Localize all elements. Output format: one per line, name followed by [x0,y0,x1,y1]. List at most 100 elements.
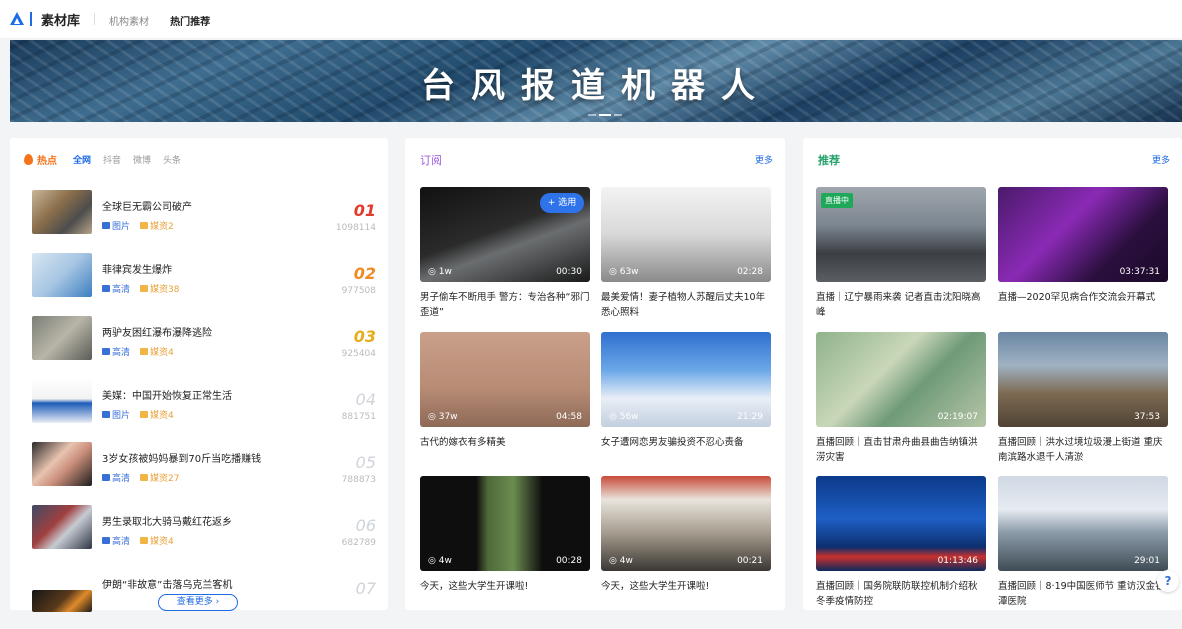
video-caption[interactable]: 直播回顾｜8·19中国医师节 重访汉金银潭医院 [998,579,1168,609]
video-card[interactable]: ◎ 4w 00:21 今天，这些大学生开课啦! [601,476,771,594]
video-caption[interactable]: 今天，这些大学生开课啦! [601,579,771,594]
view-count-value: 4w [438,556,452,566]
hot-item[interactable]: 全球巨无霸公司破产 图片 媒资2 01 1098114 [32,188,380,251]
tag-label: 图片 [112,222,131,232]
hot-item[interactable]: 3岁女孩被妈妈暴到70斤当吃播赚钱 高清 媒资27 05 788873 [32,440,380,503]
video-thumbnail[interactable]: 02:19:07 [816,332,986,427]
subscribe-more-link[interactable]: 更多 [755,153,773,166]
video-thumbnail[interactable]: 37:53 [998,332,1168,427]
video-caption[interactable]: 今天，这些大学生开课啦! [420,579,590,594]
video-thumbnail[interactable]: ◎ 37w 04:58 [420,332,590,427]
tag-hd[interactable]: 高清 [102,345,130,358]
video-card[interactable]: 29:01 直播回顾｜8·19中国医师节 重访汉金银潭医院 [998,476,1168,609]
tag-media[interactable]: 媒资4 [140,408,174,421]
tag-label: 媒资2 [150,222,174,232]
video-card[interactable]: ◎ 63w 02:28 最美爱情！妻子植物人苏醒后丈夫10年悉心照料 [601,187,771,320]
tab-all-web[interactable]: 全网 [73,153,91,166]
nav-item-hot-recommend[interactable]: 热门推荐 [170,17,210,28]
video-caption[interactable]: 直播—2020罕见病合作交流会开幕式 [998,290,1168,305]
video-thumbnail[interactable]: ◎ 56w 21:29 [601,332,771,427]
video-thumbnail[interactable]: 01:13:46 [816,476,986,571]
hot-item-title[interactable]: 菲律宾发生爆炸 [102,261,172,276]
view-count: 682789 [341,538,376,548]
video-card[interactable]: ◎ 56w 21:29 女子遭网恋男友骗投资不忍心责备 [601,332,771,450]
recommend-more-link[interactable]: 更多 [1152,153,1170,166]
hot-item-title[interactable]: 伊朗“非故意”击落乌克兰客机 [102,576,232,591]
hot-item-thumbnail[interactable] [32,505,92,549]
logo[interactable]: 素材库 [10,10,80,29]
video-caption[interactable]: 女子遭网恋男友骗投资不忍心责备 [601,435,771,450]
video-card[interactable]: 03:37:31 直播—2020罕见病合作交流会开幕式 [998,187,1168,305]
view-count: ◎ 4w [609,556,633,566]
tag-hd[interactable]: 高清 [102,534,130,547]
hot-item-thumbnail[interactable] [32,442,92,486]
hot-item[interactable]: 美媒：中国开始恢复正常生活 图片 媒资4 04 881751 [32,377,380,440]
nav-divider [94,13,96,25]
tag-image[interactable]: 图片 [102,219,130,232]
video-caption[interactable]: 直播回顾｜洪水过境垃圾漫上街道 重庆南滨路水退千人清淤 [998,435,1168,465]
tag-media[interactable]: 媒资2 [140,219,174,232]
video-card[interactable]: 01:13:46 直播回顾｜国务院联防联控机制介绍秋冬季疫情防控 [816,476,986,609]
tag-media[interactable]: 媒资4 [140,534,174,547]
video-thumbnail[interactable]: ◎ 4w 00:28 [420,476,590,571]
video-card[interactable]: ◎ 4w 00:28 今天，这些大学生开课啦! [420,476,590,594]
hot-item-title[interactable]: 男生录取北大骑马戴红花返乡 [102,513,232,528]
hot-item-thumbnail[interactable] [32,253,92,297]
video-caption[interactable]: 男子偷车不断甩手 警方：专治各种“邪门歪道” [420,290,590,320]
hot-item[interactable]: 菲律宾发生爆炸 高清 媒资38 02 977508 [32,251,380,314]
hot-item-thumbnail[interactable] [32,190,92,234]
flame-icon [24,154,33,165]
video-thumbnail[interactable]: 直播中 [816,187,986,282]
tab-douyin[interactable]: 抖音 [103,153,121,166]
video-card[interactable]: ◎ 37w 04:58 古代的嫁衣有多精美 [420,332,590,450]
video-card[interactable]: + 选用 ◎ 1w 00:30 男子偷车不断甩手 警方：专治各种“邪门歪道” [420,187,590,320]
view-more-button[interactable]: 查看更多 › [158,594,238,611]
video-thumbnail[interactable]: ◎ 63w 02:28 [601,187,771,282]
view-count: 881751 [341,412,376,422]
video-thumbnail[interactable]: 03:37:31 [998,187,1168,282]
hot-item-thumbnail[interactable] [32,379,92,423]
use-button[interactable]: + 选用 [540,193,584,213]
video-thumbnail[interactable]: 29:01 [998,476,1168,571]
tag-label: 媒资4 [150,537,174,547]
hot-item[interactable]: 男生录取北大骑马戴红花返乡 高清 媒资4 06 682789 [32,503,380,566]
carousel-dot[interactable] [588,114,596,116]
tag-media[interactable]: 媒资38 [140,282,179,295]
top-nav: 机构素材 热门推荐 [109,10,226,29]
folder-icon [140,348,149,355]
video-card[interactable]: 02:19:07 直播回顾｜直击甘肃舟曲县曲告纳镇洪涝灾害 [816,332,986,465]
help-button[interactable]: ? [1157,570,1179,592]
hot-item-thumbnail[interactable] [32,590,92,612]
video-caption[interactable]: 古代的嫁衣有多精美 [420,435,590,450]
video-thumbnail[interactable]: ◎ 4w 00:21 [601,476,771,571]
hot-item-title[interactable]: 美媒：中国开始恢复正常生活 [102,387,232,402]
tag-media[interactable]: 媒资4 [140,345,174,358]
hot-item-thumbnail[interactable] [32,316,92,360]
video-caption[interactable]: 最美爱情！妻子植物人苏醒后丈夫10年悉心照料 [601,290,771,320]
tab-weibo[interactable]: 微博 [133,153,151,166]
hot-item-title[interactable]: 两驴友困红瀑布瀑降逃险 [102,324,212,339]
tag-image[interactable]: 图片 [102,408,130,421]
view-count-value: 56w [619,412,639,422]
tag-media[interactable]: 媒资27 [140,471,179,484]
tag-hd[interactable]: 高清 [102,471,130,484]
carousel-dot[interactable] [614,114,622,116]
hot-item-title[interactable]: 全球巨无霸公司破产 [102,198,192,213]
tag-hd[interactable]: 高清 [102,282,130,295]
hot-item-title[interactable]: 3岁女孩被妈妈暴到70斤当吃播赚钱 [102,450,261,465]
video-card[interactable]: 直播中 直播｜辽宁暴雨来袭 记者直击沈阳晓高峰 [816,187,986,320]
nav-item-org-materials[interactable]: 机构素材 [109,17,149,28]
tag-label: 媒资4 [150,348,174,358]
video-thumbnail[interactable]: + 选用 ◎ 1w 00:30 [420,187,590,282]
video-card[interactable]: 37:53 直播回顾｜洪水过境垃圾漫上街道 重庆南滨路水退千人清淤 [998,332,1168,465]
hot-item[interactable]: 两驴友困红瀑布瀑降逃险 高清 媒资4 03 925404 [32,314,380,377]
tag-label: 图片 [112,411,131,421]
video-duration: 03:37:31 [1119,267,1160,277]
video-caption[interactable]: 直播回顾｜国务院联防联控机制介绍秋冬季疫情防控 [816,579,986,609]
video-caption[interactable]: 直播回顾｜直击甘肃舟曲县曲告纳镇洪涝灾害 [816,435,986,465]
banner[interactable]: 台风报道机器人 [10,40,1182,122]
view-count: ◎ 63w [609,267,639,277]
video-caption[interactable]: 直播｜辽宁暴雨来袭 记者直击沈阳晓高峰 [816,290,986,320]
carousel-dot-active[interactable] [599,114,611,116]
tab-toutiao[interactable]: 头条 [163,153,181,166]
